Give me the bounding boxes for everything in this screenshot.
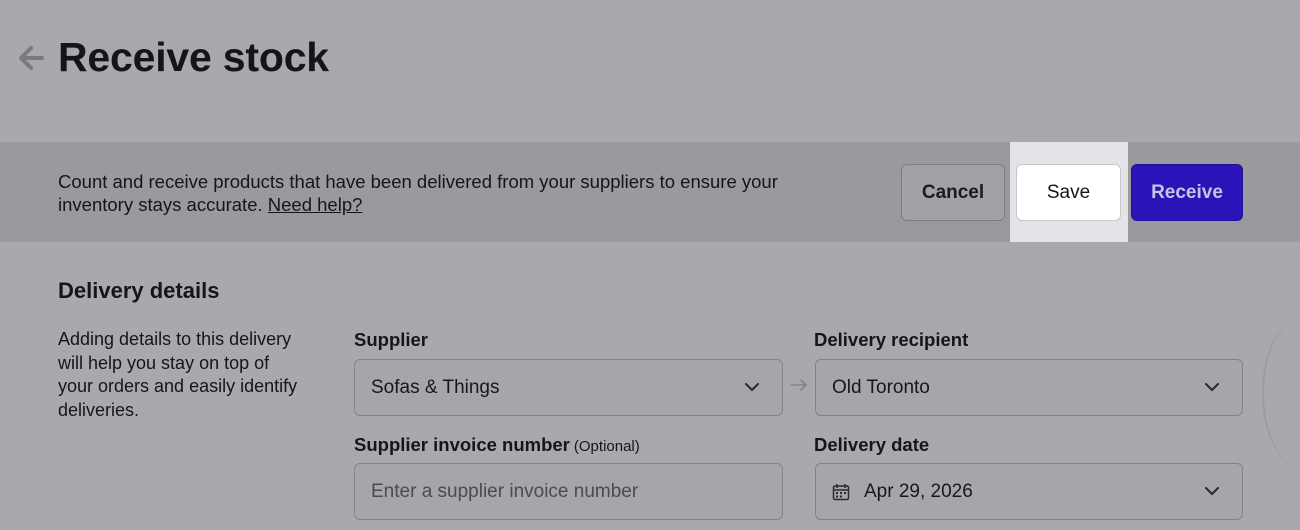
info-banner: Count and receive products that have bee… [0, 142, 1300, 242]
optional-tag: (Optional) [573, 438, 640, 455]
chevron-down-icon [1204, 484, 1220, 500]
chevron-down-icon [744, 380, 760, 396]
arrow-right-icon [789, 377, 809, 393]
delivery-recipient-label: Delivery recipient [814, 329, 969, 350]
cancel-button[interactable]: Cancel [901, 164, 1005, 221]
delivery-details-title: Delivery details [58, 278, 220, 303]
receive-button[interactable]: Receive [1131, 164, 1243, 221]
banner-text: Count and receive products that have bee… [58, 170, 848, 216]
invoice-number-label: Supplier invoice number (Optional) [354, 434, 640, 456]
arrow-left-icon[interactable] [14, 41, 46, 75]
invoice-number-label-text: Supplier invoice number [354, 434, 570, 455]
page-title: Receive stock [58, 34, 329, 80]
delivery-recipient-select[interactable]: Old Toronto [815, 359, 1243, 416]
supplier-value: Sofas & Things [371, 376, 500, 398]
delivery-date-picker[interactable]: Apr 29, 2026 [815, 463, 1243, 520]
delivery-details-description: Adding details to this delivery will hel… [58, 329, 298, 420]
banner-message: Count and receive products that have bee… [58, 171, 778, 215]
supplier-label: Supplier [354, 329, 429, 350]
save-button[interactable]: Save [1016, 164, 1121, 221]
chevron-down-icon [1204, 380, 1220, 396]
page-header: Receive stock [0, 0, 1300, 142]
scroll-edge-decoration [1262, 318, 1300, 468]
delivery-date-label: Delivery date [814, 434, 930, 455]
supplier-select[interactable]: Sofas & Things [354, 359, 783, 416]
delivery-recipient-value: Old Toronto [832, 376, 930, 398]
invoice-number-input[interactable]: Enter a supplier invoice number [354, 463, 783, 520]
calendar-icon [832, 482, 852, 502]
invoice-number-placeholder: Enter a supplier invoice number [371, 480, 639, 502]
need-help-link[interactable]: Need help? [268, 194, 363, 215]
delivery-date-value: Apr 29, 2026 [864, 480, 973, 502]
